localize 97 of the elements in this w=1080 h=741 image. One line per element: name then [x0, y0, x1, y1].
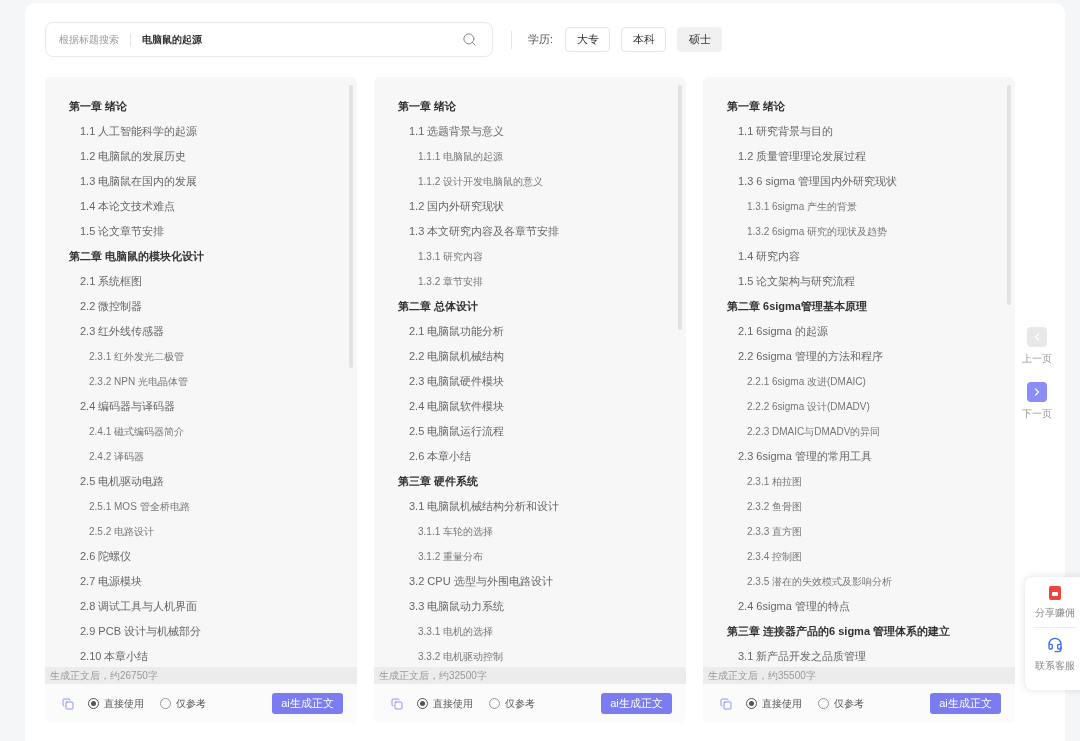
section-item: 2.4 电脑鼠软件模块 [409, 400, 505, 412]
section-item: 3.2 CPU 选型与外围电路设计 [409, 575, 553, 587]
search-icon[interactable] [462, 32, 477, 47]
section-item: 1.4 研究内容 [738, 250, 801, 262]
subsection-item: 1.3.1 6sigma 产生的背景 [747, 201, 858, 212]
chapter-heading: 第一章 绪论 [69, 100, 128, 112]
subsection-item: 1.3.1 研究内容 [418, 251, 484, 262]
filter-label: 学历: [528, 32, 554, 48]
section-item: 1.2 质量管理理论发展过程 [738, 150, 867, 162]
search-input[interactable]: 电脑鼠的起源 [142, 29, 462, 50]
chapter-heading: 第二章 6sigma管理基本原理 [727, 300, 867, 312]
subsection-item: 2.4.1 磁式编码器简介 [89, 426, 185, 437]
section-item: 2.3 红外线传感器 [80, 325, 165, 337]
subsection-item: 2.3.1 红外发光二极管 [89, 351, 185, 362]
section-item: 1.2 国内外研究现状 [409, 200, 505, 212]
section-item: 1.3 6 sigma 管理国内外研究现状 [738, 175, 897, 187]
subsection-item: 2.3.4 控制图 [747, 551, 803, 562]
section-item: 3.3 电脑鼠动力系统 [409, 600, 505, 612]
section-item: 2.6 陀螺仪 [80, 550, 132, 562]
section-item: 2.1 6sigma 的起源 [738, 325, 828, 337]
section-item: 2.4 编码器与译码器 [80, 400, 176, 412]
radio-label: 仅参考 [176, 697, 206, 711]
subsection-item: 2.3.2 鱼骨图 [747, 501, 803, 512]
generate-button[interactable]: ai生成正文 [601, 693, 672, 714]
section-item: 2.2 6sigma 管理的方法和程序 [738, 350, 883, 362]
section-item: 1.1 人工智能科学的起源 [80, 125, 198, 137]
subsection-item: 2.2.3 DMAIC与DMADV的异同 [747, 426, 881, 437]
search-field[interactable]: 根据标题搜索 电脑鼠的起源 [45, 22, 493, 57]
search-mode-label[interactable]: 根据标题搜索 [59, 32, 119, 47]
radio-label: 仅参考 [505, 697, 535, 711]
section-item: 2.6 本章小结 [409, 450, 472, 462]
subsection-item: 2.2.1 6sigma 改进(DMAIC) [747, 376, 866, 387]
section-item: 2.1 电脑鼠功能分析 [409, 325, 505, 337]
section-item: 1.3 电脑鼠在国内的发展 [80, 175, 198, 187]
bag-icon [1049, 586, 1061, 600]
section-item: 1.5 论文架构与研究流程 [738, 275, 856, 287]
subsection-item: 1.1.2 设计开发电脑鼠的意义 [418, 176, 544, 187]
chapter-heading: 第一章 绪论 [727, 100, 786, 112]
section-item: 1.4 本论文技术难点 [80, 200, 176, 212]
share-button[interactable]: 分享赚佣 [1033, 577, 1077, 627]
section-item: 2.5 电脑鼠运行流程 [409, 425, 505, 437]
subsection-item: 3.3.2 电机驱动控制 [418, 651, 504, 662]
word-count-note: 生成正文后，约26750字 [45, 667, 357, 684]
radio-label: 直接使用 [433, 697, 473, 711]
chapter-heading: 第一章 绪论 [398, 100, 457, 112]
subsection-item: 3.1.1 车轮的选择 [418, 526, 494, 537]
copy-icon[interactable] [391, 697, 403, 710]
headset-icon [1047, 637, 1063, 653]
degree-filter-button[interactable]: 本科 [621, 27, 667, 52]
generate-button[interactable]: ai生成正文 [272, 693, 343, 714]
section-item: 3.1 新产品开发之品质管理 [738, 650, 867, 662]
subsection-item: 1.1.1 电脑鼠的起源 [418, 151, 504, 162]
section-item: 2.2 电脑鼠机械结构 [409, 350, 505, 362]
subsection-item: 2.3.2 NPN 光电晶体管 [89, 376, 188, 387]
section-item: 1.2 电脑鼠的发展历史 [80, 150, 187, 162]
support-button[interactable]: 联系客服 [1033, 627, 1077, 680]
chapter-heading: 第二章 电脑鼠的模块化设计 [69, 250, 205, 262]
degree-filter-button[interactable]: 大专 [565, 27, 611, 52]
section-item: 3.1 电脑鼠机械结构分析和设计 [409, 500, 560, 512]
subsection-item: 3.1.2 重量分布 [418, 551, 484, 562]
section-item: 2.3 6sigma 管理的常用工具 [738, 450, 872, 462]
chapter-heading: 第三章 连接器产品的6 sigma 管理体系的建立 [727, 625, 951, 637]
section-item: 1.3 本文研究内容及各章节安排 [409, 225, 560, 237]
subsection-item: 2.3.5 潜在的失效模式及影响分析 [747, 576, 893, 587]
radio-label: 直接使用 [762, 697, 802, 711]
subsection-item: 1.3.2 6sigma 研究的现状及趋势 [747, 226, 888, 237]
word-count-note: 生成正文后，约32500字 [374, 667, 686, 684]
word-count-note: 生成正文后，约35500字 [703, 667, 1015, 684]
subsection-item: 1.3.2 章节安排 [418, 276, 484, 287]
generate-button[interactable]: ai生成正文 [930, 693, 1001, 714]
copy-icon[interactable] [62, 697, 74, 710]
copy-icon[interactable] [720, 697, 732, 710]
subsection-item: 2.3.3 直方图 [747, 526, 803, 537]
radio-label: 仅参考 [834, 697, 864, 711]
chapter-heading: 第二章 总体设计 [398, 300, 479, 312]
section-item: 2.4 6sigma 管理的特点 [738, 600, 850, 612]
subsection-item: 2.2.2 6sigma 设计(DMADV) [747, 401, 870, 412]
section-item: 2.3 电脑鼠硬件模块 [409, 375, 505, 387]
section-item: 2.10 本章小结 [80, 650, 149, 662]
subsection-item: 2.4.2 译码器 [89, 451, 145, 462]
section-item: 1.1 研究背景与目的 [738, 125, 834, 137]
section-item: 1.5 论文章节安排 [80, 225, 165, 237]
section-item: 2.2 微控制器 [80, 300, 143, 312]
subsection-item: 2.5.1 MOS 管全桥电路 [89, 501, 190, 512]
radio-label: 直接使用 [104, 697, 144, 711]
degree-filter-button[interactable]: 硕士 [677, 27, 723, 52]
chevron-right-icon [1027, 382, 1047, 402]
section-item: 2.8 调试工具与人机界面 [80, 600, 198, 612]
section-item: 1.1 选题背景与意义 [409, 125, 505, 137]
subsection-item: 2.3.1 柏拉图 [747, 476, 803, 487]
section-item: 2.1 系统框图 [80, 275, 143, 287]
chapter-heading: 第三章 硬件系统 [398, 475, 479, 487]
section-item: 2.9 PCB 设计与机械部分 [80, 625, 202, 637]
subsection-item: 2.5.2 电路设计 [89, 526, 155, 537]
section-item: 2.7 电源模块 [80, 575, 143, 587]
section-item: 2.5 电机驱动电路 [80, 475, 165, 487]
subsection-item: 3.3.1 电机的选择 [418, 626, 494, 637]
